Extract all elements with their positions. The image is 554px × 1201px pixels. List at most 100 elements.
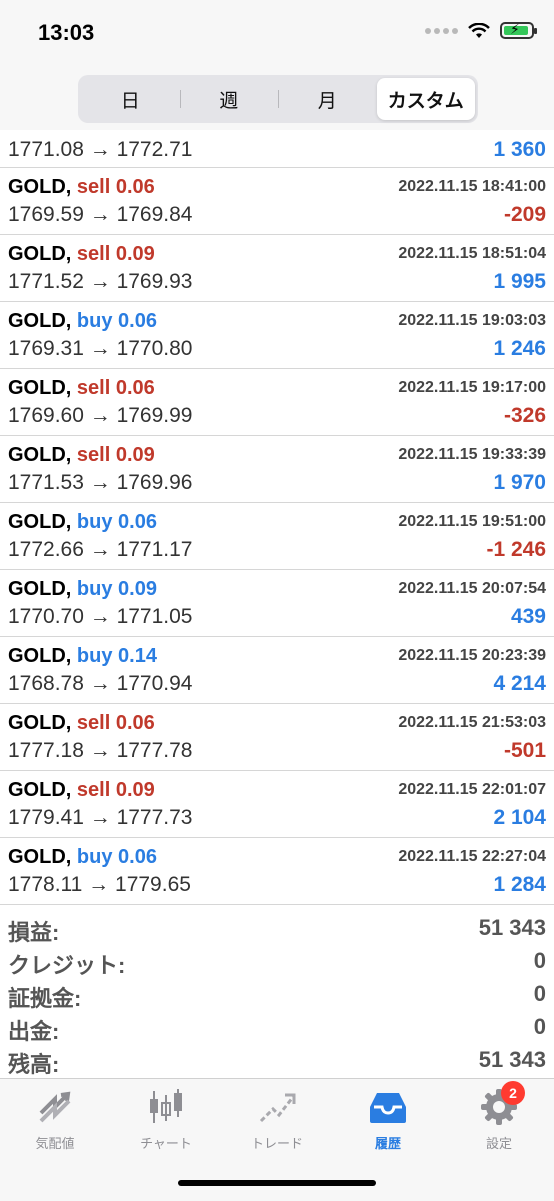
trade-datetime: 2022.11.15 19:51:00 bbox=[398, 513, 546, 530]
summary-value: 0 bbox=[533, 981, 546, 1006]
trade-symbol: GOLD, buy 0.09 bbox=[8, 578, 157, 601]
trade-datetime: 2022.11.15 20:23:39 bbox=[398, 647, 546, 664]
trade-direction-volume: sell 0.06 bbox=[76, 176, 155, 198]
summary-value: 51 343 bbox=[478, 915, 546, 940]
home-indicator bbox=[178, 1180, 376, 1186]
trade-symbol: GOLD, buy 0.06 bbox=[8, 846, 157, 869]
symbol-name: GOLD, bbox=[8, 779, 72, 801]
trade-direction-volume: buy 0.06 bbox=[76, 846, 157, 868]
tab-chart[interactable]: チャート bbox=[111, 1087, 221, 1157]
trade-prices: 1777.18 → 1777.78 bbox=[8, 739, 193, 762]
trade-datetime: 2022.11.15 19:17:00 bbox=[398, 379, 546, 396]
trade-profit: 1 246 bbox=[493, 337, 546, 360]
summary-section: 損益: 51 343 クレジット: 0 証拠金: 0 出金: 0 残高: 51 343 bbox=[0, 905, 554, 1077]
tab-label: トレード bbox=[250, 1136, 303, 1151]
segment-week[interactable]: 週 bbox=[179, 78, 279, 120]
symbol-name: GOLD, bbox=[8, 243, 72, 265]
trade-direction-volume: buy 0.06 bbox=[76, 511, 157, 533]
tab-trade[interactable]: トレード bbox=[222, 1087, 332, 1157]
trade-row[interactable]: GOLD, buy 0.09 2022.11.15 20:07:54 1770.70… bbox=[0, 570, 554, 637]
trade-datetime: 2022.11.15 22:01:07 bbox=[398, 781, 546, 798]
cellular-signal-icon bbox=[425, 27, 458, 34]
summary-label: 出金: bbox=[8, 1019, 60, 1044]
trade-row[interactable]: GOLD, sell 0.06 2022.11.15 18:41:00 1769.5… bbox=[0, 168, 554, 235]
trade-profit: 1 995 bbox=[493, 270, 546, 293]
trade-row[interactable]: GOLD, buy 0.14 2022.11.15 20:23:39 1768.78… bbox=[0, 637, 554, 704]
trade-symbol: GOLD, sell 0.09 bbox=[8, 444, 155, 467]
segment-month[interactable]: 月 bbox=[278, 78, 377, 120]
trade-symbol: GOLD, sell 0.06 bbox=[8, 377, 155, 400]
trade-row[interactable]: GOLD, sell 0.09 2022.11.15 18:51:04 1771.5… bbox=[0, 235, 554, 302]
symbol-name: GOLD, bbox=[8, 377, 72, 399]
tab-label: 履歴 bbox=[374, 1136, 401, 1151]
gear-icon: 2 bbox=[479, 1081, 525, 1127]
symbol-name: GOLD, bbox=[8, 310, 72, 332]
partial-trade-row[interactable]: 1771.08 → 1772.71 1 360 bbox=[0, 130, 554, 168]
segment-day[interactable]: 日 bbox=[81, 78, 180, 120]
tab-history[interactable]: 履歴 bbox=[333, 1087, 443, 1157]
trade-profit: 1 284 bbox=[493, 873, 546, 896]
summary-value: 0 bbox=[533, 1014, 546, 1039]
trade-row[interactable]: GOLD, sell 0.06 2022.11.15 19:17:00 1769.6… bbox=[0, 369, 554, 436]
trade-prices: 1771.53 → 1769.96 bbox=[8, 471, 193, 494]
trade-profit: 439 bbox=[510, 605, 546, 628]
trade-prices: 1769.59 → 1769.84 bbox=[8, 203, 193, 226]
summary-row: 残高: 51 343 bbox=[0, 1043, 554, 1077]
summary-label: 証拠金: bbox=[8, 986, 82, 1011]
trade-row[interactable]: GOLD, buy 0.06 2022.11.15 19:03:03 1769.31… bbox=[0, 302, 554, 369]
trade-row[interactable]: GOLD, sell 0.06 2022.11.15 21:53:03 1777.1… bbox=[0, 704, 554, 771]
notification-badge: 2 bbox=[501, 1081, 525, 1105]
history-icon bbox=[368, 1087, 408, 1127]
status-bar: 13:03 ⚡ bbox=[0, 0, 554, 70]
status-icons: ⚡ bbox=[425, 21, 537, 39]
tab-settings[interactable]: 2 設定 bbox=[444, 1081, 554, 1157]
wifi-icon bbox=[468, 22, 490, 38]
segment-custom[interactable]: カスタム bbox=[376, 78, 475, 120]
trade-row[interactable]: GOLD, buy 0.06 2022.11.15 22:27:04 1778.11… bbox=[0, 838, 554, 905]
summary-row: クレジット: 0 bbox=[0, 944, 554, 978]
trade-direction-volume: buy 0.09 bbox=[76, 578, 157, 600]
trade-datetime: 2022.11.15 19:03:03 bbox=[398, 312, 546, 329]
symbol-name: GOLD, bbox=[8, 176, 72, 198]
trade-profit: 4 214 bbox=[493, 672, 546, 695]
symbol-name: GOLD, bbox=[8, 712, 72, 734]
summary-value: 51 343 bbox=[478, 1047, 546, 1072]
trade-datetime: 2022.11.15 21:53:03 bbox=[398, 714, 546, 731]
period-selector-area: 日 週 月 カスタム bbox=[0, 70, 554, 130]
trade-profit: -501 bbox=[503, 739, 546, 762]
trade-direction-volume: sell 0.06 bbox=[76, 712, 155, 734]
symbol-name: GOLD, bbox=[8, 578, 72, 600]
summary-row: 出金: 0 bbox=[0, 1010, 554, 1044]
symbol-name: GOLD, bbox=[8, 511, 72, 533]
trade-direction-volume: sell 0.09 bbox=[76, 444, 155, 466]
trade-profit: -326 bbox=[503, 404, 546, 427]
trade-symbol: GOLD, sell 0.09 bbox=[8, 243, 155, 266]
trade-prices: 1768.78 → 1770.94 bbox=[8, 672, 193, 695]
symbol-name: GOLD, bbox=[8, 645, 72, 667]
trade-prices: 1770.70 → 1771.05 bbox=[8, 605, 193, 628]
summary-value: 0 bbox=[533, 948, 546, 973]
trade-direction-volume: sell 0.06 bbox=[76, 377, 155, 399]
trade-direction-volume: sell 0.09 bbox=[76, 779, 155, 801]
tab-quotes[interactable]: 気配値 bbox=[0, 1087, 110, 1157]
symbol-name: GOLD, bbox=[8, 846, 72, 868]
trade-row[interactable]: GOLD, sell 0.09 2022.11.15 22:01:07 1779.4… bbox=[0, 771, 554, 838]
summary-label: 残高: bbox=[8, 1052, 60, 1077]
trade-profit: 2 104 bbox=[493, 806, 546, 829]
summary-row: 損益: 51 343 bbox=[0, 911, 554, 945]
summary-label: 損益: bbox=[8, 920, 60, 945]
trade-profit: -1 246 bbox=[486, 538, 546, 561]
trade-datetime: 2022.11.15 20:07:54 bbox=[398, 580, 546, 597]
trade-profit: 1 970 bbox=[493, 471, 546, 494]
chart-icon bbox=[146, 1087, 186, 1127]
trade-profit: -209 bbox=[503, 203, 546, 226]
trade-row[interactable]: GOLD, buy 0.06 2022.11.15 19:51:00 1772.66… bbox=[0, 503, 554, 570]
trade-direction-volume: sell 0.09 bbox=[76, 243, 155, 265]
trade-symbol: GOLD, sell 0.06 bbox=[8, 176, 155, 199]
history-list[interactable]: 1771.08 → 1772.71 1 360 GOLD, sell 0.06 2… bbox=[0, 130, 554, 1078]
trade-prices: 1771.08 → 1772.71 bbox=[8, 138, 193, 161]
trade-prices: 1772.66 → 1771.17 bbox=[8, 538, 193, 561]
trade-row[interactable]: GOLD, sell 0.09 2022.11.15 19:33:39 1771.5… bbox=[0, 436, 554, 503]
tab-label: チャート bbox=[140, 1136, 192, 1151]
symbol-name: GOLD, bbox=[8, 444, 72, 466]
